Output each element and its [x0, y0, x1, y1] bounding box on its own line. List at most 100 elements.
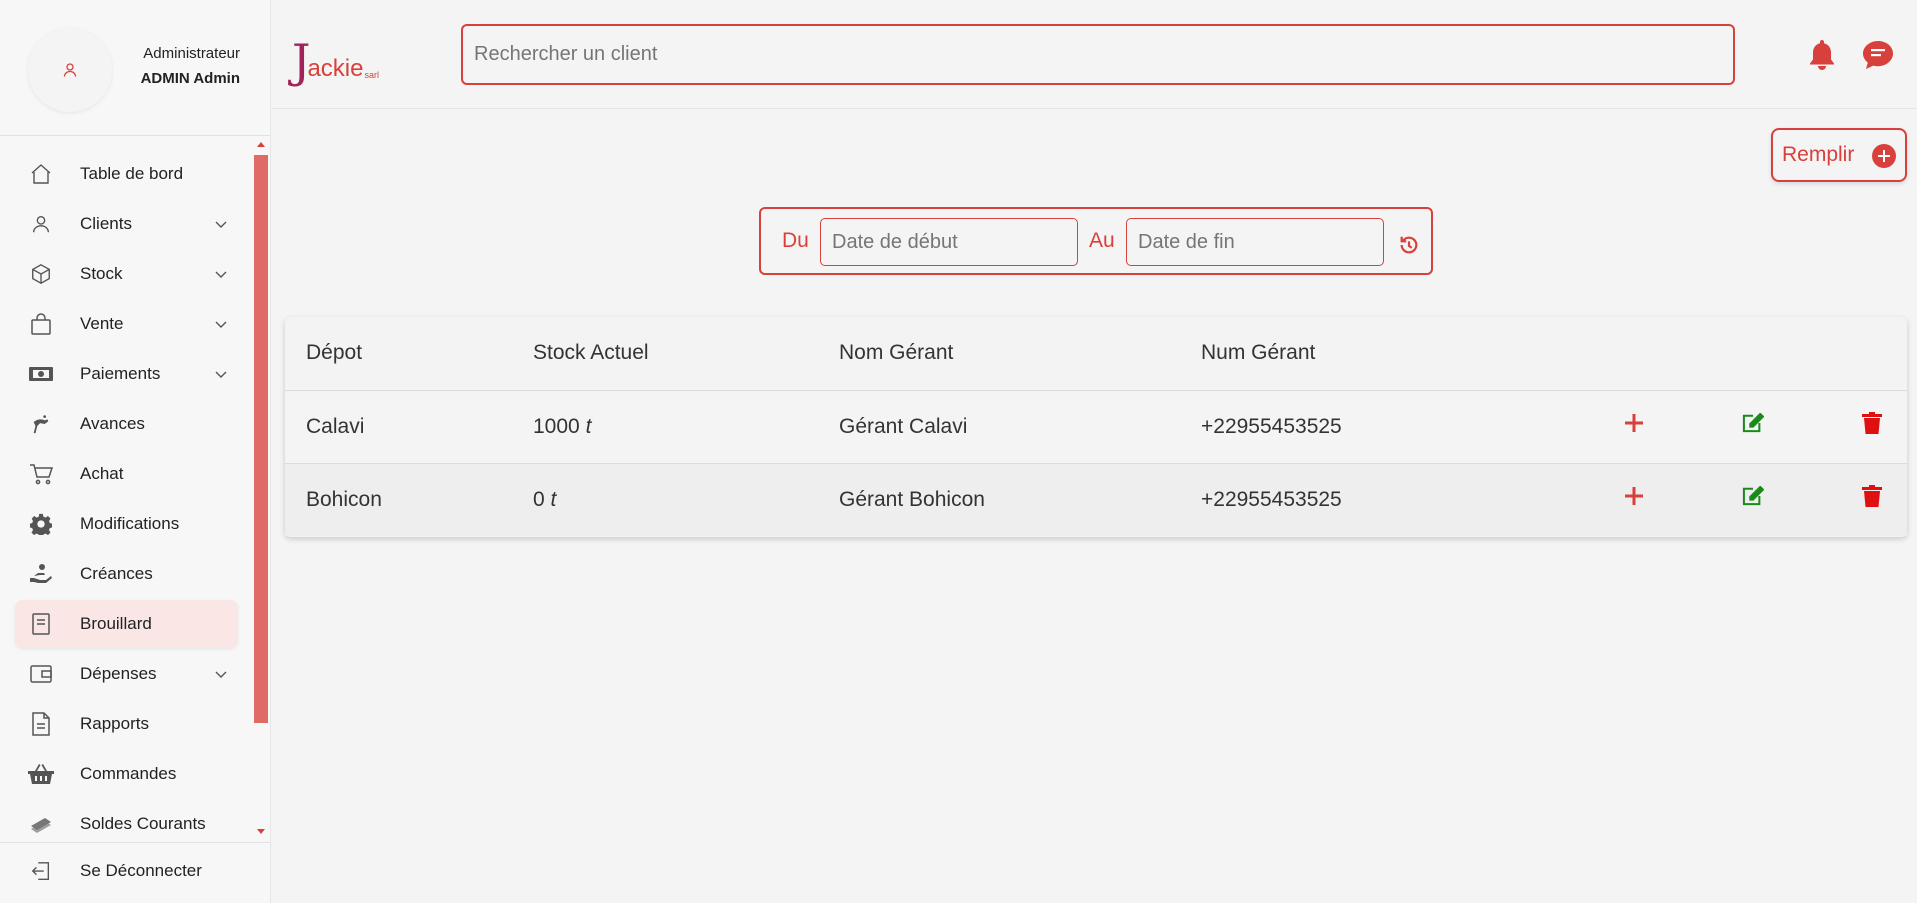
delete-button[interactable] [1859, 410, 1885, 436]
trash-icon [1862, 412, 1882, 434]
sidebar-item-label: Commandes [80, 764, 177, 783]
search-input[interactable] [461, 24, 1735, 85]
remplir-label: Remplir [1782, 143, 1855, 166]
add-stock-button[interactable] [1621, 483, 1647, 509]
date-range-filter: Du Au [759, 207, 1433, 275]
sidebar-item-label: Modifications [80, 514, 180, 533]
remplir-button[interactable]: Remplir [1771, 128, 1907, 182]
sidebar-item-rapports[interactable]: Rapports [15, 700, 238, 748]
plus-icon [1625, 414, 1643, 432]
sidebar-item-depenses[interactable]: Dépenses [15, 650, 238, 698]
sidebar-item-commandes[interactable]: Commandes [15, 750, 238, 798]
stock-unit: t [550, 488, 557, 511]
basket-icon [28, 761, 54, 787]
sidebar-item-table-de-bord[interactable]: Table de bord [15, 150, 238, 198]
sidebar-item-label: Créances [80, 564, 153, 583]
add-stock-button[interactable] [1621, 410, 1647, 436]
document-icon [28, 711, 54, 737]
logout-section: Se Déconnecter [0, 842, 271, 903]
sidebar-item-vente[interactable]: Vente [15, 300, 238, 348]
table-header-row: Dépot Stock Actuel Nom Gérant Num Gérant [285, 317, 1907, 390]
logo-suffix: sarl [364, 70, 379, 80]
sidebar-menu: Table de bord Clients Stock Vente Paieme… [0, 140, 253, 838]
edit-icon [1742, 486, 1764, 506]
date-to-input[interactable] [1126, 218, 1384, 266]
sidebar-scrollbar-thumb[interactable] [254, 155, 268, 723]
column-header: Num Gérant [1201, 341, 1316, 364]
logout-icon [28, 858, 54, 884]
sidebar-item-achat[interactable]: Achat [15, 450, 238, 498]
delete-button[interactable] [1859, 483, 1885, 509]
depot-table: Dépot Stock Actuel Nom Gérant Num Gérant… [285, 317, 1907, 537]
chevron-down-icon[interactable] [214, 217, 228, 231]
sidebar-item-stock[interactable]: Stock [15, 250, 238, 298]
chevron-down-icon[interactable] [214, 267, 228, 281]
logout-label: Se Déconnecter [80, 861, 202, 880]
chevron-down-icon[interactable] [214, 667, 228, 681]
logout-button[interactable]: Se Déconnecter [15, 847, 238, 895]
sidebar-item-label: Rapports [80, 714, 149, 733]
sidebar: Administrateur ADMIN Admin Table de bord… [0, 0, 271, 903]
stock-unit: t [585, 415, 592, 438]
sidebar-item-label: Table de bord [80, 164, 184, 183]
stock-cell: 1000 t [533, 415, 591, 439]
wallet-icon [28, 661, 54, 687]
hand-coins-icon [28, 411, 54, 437]
stock-cell: 0 t [533, 488, 556, 512]
shopping-bag-icon [28, 311, 54, 337]
profile-panel: Administrateur ADMIN Admin [0, 0, 270, 136]
scroll-up-arrow-icon[interactable] [257, 142, 265, 147]
bell-icon[interactable] [1806, 38, 1838, 72]
manager-name-cell: Gérant Calavi [839, 415, 968, 438]
box-icon [28, 261, 54, 287]
money-icon [28, 361, 54, 387]
sidebar-item-soldes-courants[interactable]: Soldes Courants [15, 800, 238, 838]
profile-name: ADMIN Admin [140, 70, 240, 87]
sidebar-item-modifications[interactable]: Modifications [15, 500, 238, 548]
sidebar-item-brouillard[interactable]: Brouillard [15, 600, 238, 648]
sidebar-item-label: Stock [80, 264, 123, 283]
edit-button[interactable] [1740, 483, 1766, 509]
trash-icon [1862, 485, 1882, 507]
chevron-down-icon[interactable] [214, 317, 228, 331]
scroll-down-arrow-icon[interactable] [257, 829, 265, 834]
sidebar-item-label: Achat [80, 464, 124, 483]
depot-cell: Bohicon [306, 488, 382, 511]
sidebar-item-label: Clients [80, 214, 132, 233]
top-header: J ackie sarl [272, 0, 1917, 109]
sidebar-item-label: Avances [80, 414, 145, 433]
notebook-icon [28, 611, 54, 637]
logo-text: ackie [307, 55, 364, 82]
edit-icon [1742, 413, 1764, 433]
logo[interactable]: J ackie sarl [292, 34, 379, 84]
history-reset-icon[interactable] [1398, 234, 1420, 256]
date-from-input[interactable] [820, 218, 1078, 266]
sidebar-item-label: Dépenses [80, 664, 157, 683]
column-header: Stock Actuel [533, 341, 649, 364]
sidebar-item-paiements[interactable]: Paiements [15, 350, 238, 398]
sidebar-item-label: Soldes Courants [80, 814, 206, 833]
chevron-down-icon[interactable] [214, 367, 228, 381]
date-to-label: Au [1089, 229, 1115, 252]
sidebar-item-creances[interactable]: Créances [15, 550, 238, 598]
avatar[interactable] [28, 28, 112, 112]
profile-role: Administrateur [143, 45, 240, 62]
gear-icon [28, 511, 54, 537]
sidebar-item-label: Vente [80, 314, 124, 333]
edit-button[interactable] [1740, 410, 1766, 436]
manager-phone-cell: +22955453525 [1201, 415, 1342, 438]
plus-icon [1625, 487, 1643, 505]
depot-cell: Calavi [306, 415, 365, 438]
column-header: Dépot [306, 341, 363, 364]
chat-icon[interactable] [1862, 40, 1894, 70]
user-icon [63, 63, 77, 77]
sidebar-item-clients[interactable]: Clients [15, 200, 238, 248]
cart-icon [28, 461, 54, 487]
hand-holding-icon [28, 561, 54, 587]
stock-value: 0 [533, 488, 545, 511]
sidebar-item-label: Paiements [80, 364, 161, 383]
table-row: Bohicon 0 t Gérant Bohicon +22955453525 [285, 463, 1907, 536]
sidebar-item-avances[interactable]: Avances [15, 400, 238, 448]
home-icon [28, 161, 54, 187]
user-icon [28, 211, 54, 237]
